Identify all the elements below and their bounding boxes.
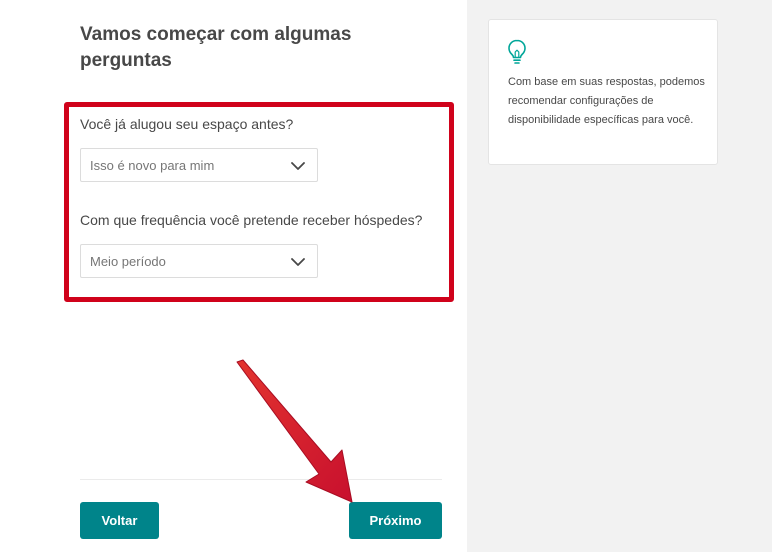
next-button[interactable]: Próximo [349,502,442,539]
annotation-highlight-box [64,102,454,302]
tip-card: Com base em suas respostas, podemos reco… [488,19,718,165]
tip-text: Com base em suas respostas, podemos reco… [508,76,705,126]
lightbulb-icon [508,39,526,64]
annotation-arrow [236,359,353,503]
back-button[interactable]: Voltar [80,502,159,539]
footer-divider [80,479,442,480]
page-title: Vamos começar com algumas perguntas [80,24,352,71]
page: Vamos começar com algumas perguntas Você… [0,0,772,552]
form-panel: Vamos começar com algumas perguntas Você… [0,0,467,552]
